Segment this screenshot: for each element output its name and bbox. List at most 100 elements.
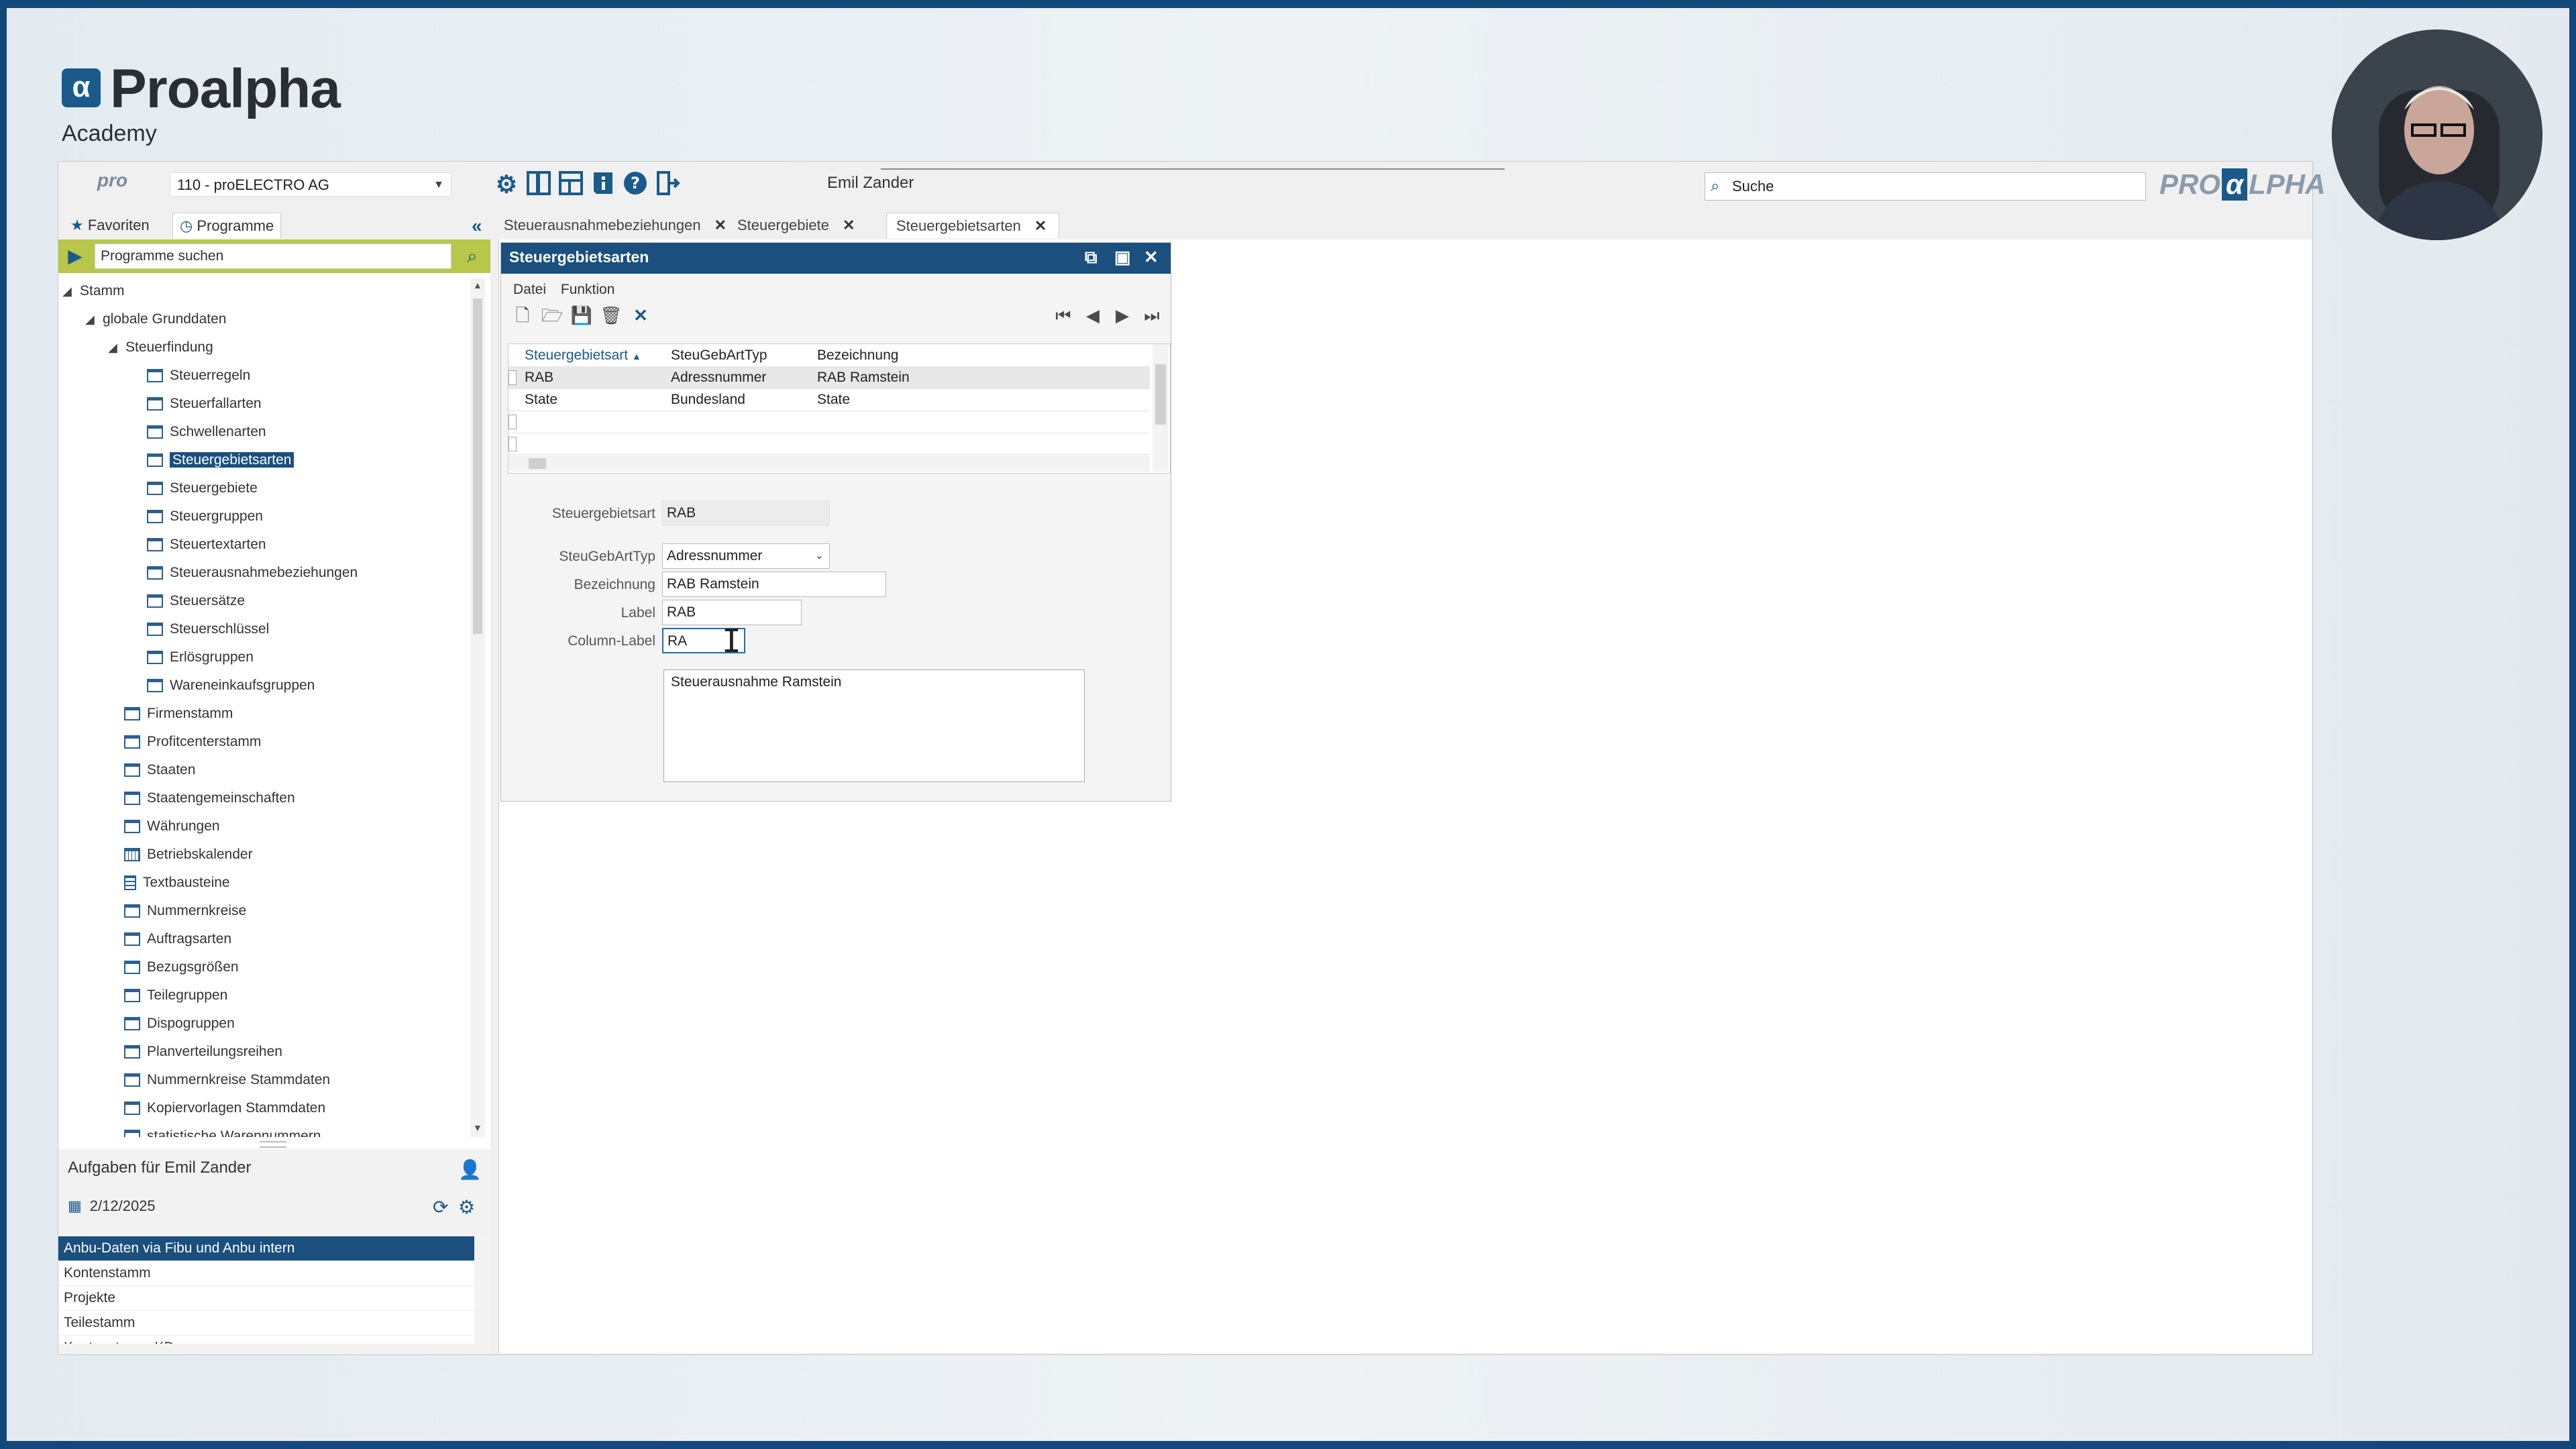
new-document-icon[interactable]: 🗋 (511, 303, 535, 327)
cancel-icon[interactable]: ✕ (629, 303, 653, 327)
column-header-steuergebietsart[interactable]: Steuergebietsart ▲ (525, 344, 641, 368)
tree-node[interactable]: Nummernkreise Stammdaten (124, 1069, 330, 1091)
tree-node[interactable]: Steuerregeln (147, 364, 250, 387)
tree-node[interactable]: Steuerausnahmebeziehungen (147, 561, 358, 584)
close-icon[interactable]: ✕ (843, 217, 855, 233)
tab-steuerausnahmebeziehungen[interactable]: Steuerausnahmebeziehungen ✕ (494, 213, 727, 238)
label-field[interactable]: RAB (662, 600, 802, 625)
task-item[interactable]: Anbu-Daten via Fibu und Anbu intern (58, 1236, 474, 1261)
first-record-icon[interactable]: ⏮ (1051, 303, 1075, 327)
scroll-up-icon[interactable]: ▲ (473, 280, 482, 290)
menu-funktion[interactable]: Funktion (561, 282, 615, 297)
global-search-input[interactable]: ⌕ Suche (1705, 172, 2146, 201)
close-icon[interactable]: ✕ (1034, 217, 1046, 234)
steugebarttyp-select[interactable]: Adressnummer ⌄ (662, 543, 830, 569)
task-item[interactable]: Kontenstamm KD (58, 1336, 474, 1344)
company-select[interactable]: 110 - proELECTRO AG ▼ (170, 172, 451, 197)
steuergebietsart-field[interactable]: RAB (662, 500, 830, 526)
tree-node[interactable]: Auftragsarten (124, 928, 231, 951)
tree-node[interactable]: Steuergruppen (147, 505, 263, 528)
scrollbar-thumb[interactable] (529, 458, 546, 469)
exit-icon[interactable] (653, 170, 682, 199)
tree-node[interactable]: Firmenstamm (124, 702, 233, 725)
description-textarea[interactable]: Steuerausnahme Ramstein (663, 669, 1085, 782)
tree-node[interactable]: Textbausteine (124, 871, 230, 894)
expand-arrow-icon[interactable]: ◢ (108, 336, 125, 359)
tree-node[interactable]: Dispogruppen (124, 1012, 235, 1035)
tree-node-selected[interactable]: Steuergebietsarten (147, 449, 294, 472)
tree-node[interactable]: Staatengemeinschaften (124, 787, 295, 810)
last-record-icon[interactable]: ⏭ (1140, 303, 1164, 327)
task-item[interactable]: Projekte (58, 1286, 474, 1311)
tree-node[interactable]: Steuergebiete (147, 477, 258, 500)
close-icon[interactable]: ✕ (714, 217, 727, 233)
tree-node[interactable]: statistische Warennummern (124, 1125, 321, 1137)
column-header-bezeichnung[interactable]: Bezeichnung (817, 344, 898, 366)
empty-row[interactable] (508, 433, 1150, 455)
bezeichnung-field[interactable]: RAB Ramstein (662, 572, 886, 597)
help-icon[interactable]: ? (621, 170, 650, 199)
task-item[interactable]: Kontenstamm (58, 1261, 474, 1286)
table-row[interactable]: RAB Adressnummer RAB Ramstein (508, 366, 1150, 389)
layout-icon[interactable] (556, 170, 586, 199)
refresh-icon[interactable]: ⟳ (433, 1196, 448, 1218)
tree-node[interactable]: Planverteilungsreihen (124, 1040, 282, 1063)
run-icon[interactable]: ▶ (64, 245, 87, 268)
scrollbar-thumb[interactable] (1155, 364, 1166, 425)
tree-node[interactable]: Schwellenarten (147, 421, 266, 443)
pro-badge[interactable]: pro (97, 170, 138, 197)
delete-icon[interactable]: 🗑 (599, 303, 623, 327)
gear-icon[interactable]: ⚙ (458, 1196, 475, 1218)
gear-icon[interactable]: ⚙ (492, 170, 521, 199)
panel-splitter-handle[interactable] (260, 1141, 286, 1148)
tree-node[interactable]: Staaten (124, 759, 195, 782)
tree-node[interactable]: ◢ Stamm (62, 280, 125, 303)
tab-steuergebietsarten[interactable]: Steuergebietsarten ✕ (886, 213, 1059, 238)
previous-record-icon[interactable]: ◀ (1081, 303, 1105, 327)
search-icon[interactable]: ⌕ (460, 244, 485, 269)
close-icon[interactable]: ✕ (1144, 247, 1159, 268)
tree-node[interactable]: Betriebskalender (124, 843, 253, 866)
tree-node[interactable]: Kopiervorlagen Stammdaten (124, 1097, 325, 1120)
column-header-steugebarttyp[interactable]: SteuGebArtTyp (671, 344, 767, 366)
tasks-date[interactable]: ▦ 2/12/2025 (68, 1197, 156, 1215)
save-icon[interactable]: 💾 (570, 303, 594, 327)
tree-node[interactable]: ◢ Steuerfindung (108, 336, 213, 359)
user-icon[interactable]: 👤 (458, 1159, 482, 1181)
tree-node[interactable]: Nummernkreise (124, 900, 246, 922)
tree-node[interactable]: Steuerfallarten (147, 392, 262, 415)
tree-node[interactable]: Bezugsgrößen (124, 956, 239, 979)
scroll-down-icon[interactable]: ▼ (473, 1122, 482, 1133)
tree-scrollbar[interactable]: ▲ ▼ (470, 278, 485, 1137)
tree-node[interactable]: Teilegruppen (124, 984, 227, 1007)
table-row[interactable]: State Bundesland State (508, 388, 1150, 411)
tab-favoriten[interactable]: ★ Favoriten (64, 213, 156, 238)
tab-programme[interactable]: ◷ Programme (172, 213, 282, 239)
tree-node[interactable]: Erlösgruppen (147, 646, 254, 669)
tree-node[interactable]: ◢ globale Grunddaten (85, 308, 226, 331)
panel-icon[interactable] (524, 170, 553, 199)
task-list-scrollbar[interactable] (474, 1236, 489, 1344)
expand-arrow-icon[interactable]: ◢ (62, 280, 80, 303)
tab-steuergebiete[interactable]: Steuergebiete ✕ (728, 213, 881, 238)
next-record-icon[interactable]: ▶ (1110, 303, 1134, 327)
grid-horizontal-scrollbar[interactable] (508, 455, 1150, 472)
tree-node[interactable]: Währungen (124, 815, 220, 838)
task-item[interactable]: Teilestamm (58, 1311, 474, 1336)
maximize-icon[interactable]: ▣ (1114, 247, 1131, 268)
open-folder-icon[interactable]: 🗁 (540, 303, 564, 327)
expand-arrow-icon[interactable]: ◢ (85, 308, 103, 331)
grid-vertical-scrollbar[interactable] (1152, 344, 1169, 472)
empty-row[interactable] (508, 411, 1150, 433)
tree-node[interactable]: Steuersätze (147, 590, 245, 612)
restore-icon[interactable]: ⧉ (1085, 247, 1097, 268)
info-icon[interactable] (588, 170, 618, 199)
tree-node[interactable]: Wareneinkaufsgruppen (147, 674, 315, 697)
tree-node[interactable]: Steuerschlüssel (147, 618, 269, 641)
menu-datei[interactable]: Datei (513, 282, 546, 297)
tree-node[interactable]: Profitcenterstamm (124, 731, 261, 753)
tree-node[interactable]: Steuertextarten (147, 533, 266, 556)
collapse-panel-icon[interactable]: « (472, 215, 482, 237)
scrollbar-thumb[interactable] (473, 299, 482, 634)
window-titlebar[interactable]: Steuergebietsarten ⧉ ▣ ✕ (501, 243, 1171, 274)
